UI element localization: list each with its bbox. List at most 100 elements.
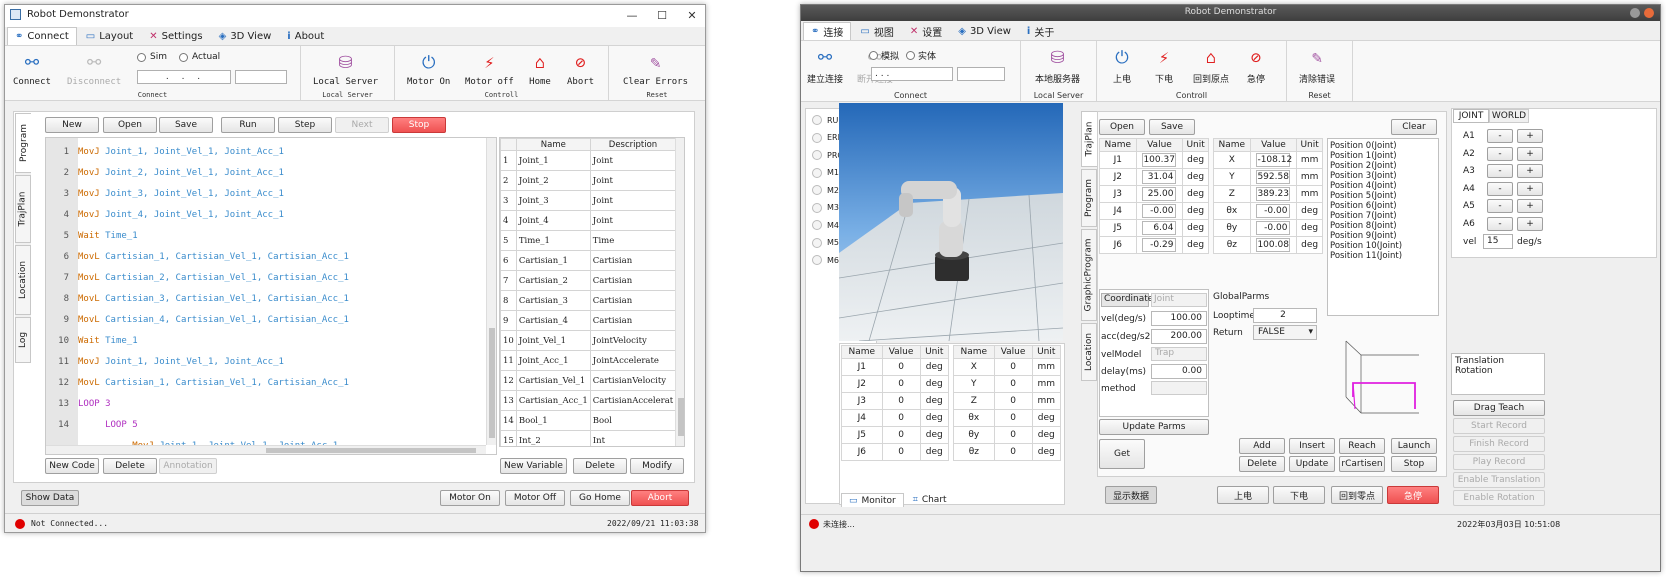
finish-record-button[interactable]: Finish Record bbox=[1453, 436, 1545, 452]
stop-button[interactable]: Stop bbox=[392, 117, 446, 133]
code-line[interactable]: 14 LOOP 5 bbox=[46, 415, 484, 436]
port-input[interactable] bbox=[235, 70, 287, 84]
value-input[interactable]: 100.37 bbox=[1142, 153, 1177, 167]
jog-vel-input[interactable]: 15 bbox=[1483, 234, 1513, 249]
step-button[interactable]: Step bbox=[278, 117, 332, 133]
home-button[interactable]: ⌂ Home bbox=[529, 52, 551, 87]
abort-button[interactable]: ⊘ Abort bbox=[567, 52, 594, 87]
table-row[interactable]: 7 Cartisian_2 Cartisian bbox=[500, 270, 677, 291]
side-tab-graphic-program[interactable]: GraphicProgram bbox=[1081, 229, 1097, 321]
side-tab-log[interactable]: Log bbox=[15, 317, 31, 363]
table-row[interactable]: 13 Cartisian_Acc_1 CartisianAccelerat bbox=[500, 390, 677, 411]
scroll-thumb[interactable] bbox=[489, 328, 495, 438]
traj-clear-button[interactable]: Clear bbox=[1391, 119, 1437, 135]
side-tab-location[interactable]: Location bbox=[15, 245, 31, 315]
tab-about[interactable]: i About bbox=[280, 27, 331, 45]
launch-button[interactable]: Launch bbox=[1391, 438, 1437, 454]
table-row[interactable]: 8 Cartisian_3 Cartisian bbox=[500, 290, 677, 311]
code-line[interactable]: 8 MovL Cartisian_3, Cartisian_Vel_1, Cart… bbox=[46, 289, 484, 310]
new-code-button[interactable]: New Code bbox=[45, 458, 99, 474]
power-on-bottom-button[interactable]: 上电 bbox=[1217, 486, 1269, 504]
code-line[interactable]: 5 Wait Time_1 bbox=[46, 226, 484, 247]
open-button[interactable]: Open bbox=[103, 117, 157, 133]
table-row[interactable]: 4 Joint_4 Joint bbox=[500, 210, 677, 231]
play-record-button[interactable]: Play Record bbox=[1453, 454, 1545, 470]
run-button[interactable]: Run bbox=[221, 117, 275, 133]
actual-radio[interactable] bbox=[178, 52, 188, 62]
ip-input[interactable]: . . . bbox=[137, 70, 231, 84]
tab-connect[interactable]: ⚭ Connect bbox=[7, 27, 77, 45]
delete-position-button[interactable]: Delete bbox=[1239, 456, 1285, 472]
value-input[interactable]: 100.08 bbox=[1256, 238, 1291, 252]
side-tab-location[interactable]: Location bbox=[1081, 323, 1097, 381]
power-on-button[interactable]: ⏻ 上电 bbox=[1111, 47, 1133, 85]
method-select[interactable] bbox=[1151, 381, 1207, 395]
list-item[interactable]: Position 7(Joint) bbox=[1330, 211, 1436, 221]
jog-plus-button[interactable]: + bbox=[1517, 199, 1543, 213]
code-line[interactable]: 12 MovL Cartisian_1, Cartisian_Vel_1, Car… bbox=[46, 373, 484, 394]
get-button[interactable]: Get bbox=[1099, 439, 1145, 469]
local-server-button[interactable]: ⛁ Local Server bbox=[313, 52, 378, 87]
tab-3d-view[interactable]: ◈ 3D View bbox=[212, 27, 279, 45]
jog-minus-button[interactable]: - bbox=[1487, 146, 1513, 161]
tab-monitor[interactable]: ▭ Monitor bbox=[841, 493, 904, 507]
enable-rotation-button[interactable]: Enable Rotation bbox=[1453, 490, 1545, 506]
jog-plus-button[interactable]: + bbox=[1517, 129, 1543, 143]
scroll-thumb[interactable] bbox=[266, 448, 476, 453]
tab-about[interactable]: i 关于 bbox=[1020, 22, 1061, 40]
tab-connect[interactable]: ⚭ 连接 bbox=[803, 22, 852, 40]
code-line[interactable]: 6 MovL Cartisian_1, Cartisian_Vel_1, Cart… bbox=[46, 247, 484, 268]
power-off-button[interactable]: ⚡ 下电 bbox=[1153, 47, 1175, 85]
table-row[interactable]: 12 Cartisian_Vel_1 CartisianVelocity bbox=[500, 370, 677, 391]
list-item[interactable]: Position 9(Joint) bbox=[1330, 231, 1436, 241]
vel-input[interactable]: 100.00 bbox=[1151, 311, 1207, 326]
jog-plus-button[interactable]: + bbox=[1517, 216, 1543, 231]
list-item[interactable]: Position 6(Joint) bbox=[1330, 201, 1436, 211]
insert-button[interactable]: Insert bbox=[1289, 438, 1335, 454]
value-input[interactable]: -0.00 bbox=[1142, 204, 1177, 218]
jog-minus-button[interactable]: - bbox=[1487, 129, 1513, 143]
enable-translation-button[interactable]: Enable Translation bbox=[1453, 472, 1545, 488]
list-item[interactable]: Position 11(Joint) bbox=[1330, 251, 1436, 261]
tab-layout[interactable]: ▭ Layout bbox=[79, 27, 140, 45]
rcartisen-button[interactable]: rCartisen bbox=[1339, 456, 1385, 472]
value-input[interactable]: -108.12 bbox=[1256, 153, 1292, 167]
table-row[interactable]: 10 Joint_Vel_1 JointVelocity bbox=[500, 330, 677, 351]
reach-button[interactable]: Reach bbox=[1339, 438, 1385, 454]
sim-radio[interactable] bbox=[137, 52, 146, 62]
estop-bottom-button[interactable]: 急停 bbox=[1387, 486, 1439, 504]
3d-view[interactable] bbox=[839, 103, 1063, 341]
next-button[interactable]: Next bbox=[335, 117, 389, 133]
list-item[interactable]: Position 1(Joint) bbox=[1330, 151, 1436, 161]
list-item[interactable]: Position 4(Joint) bbox=[1330, 181, 1436, 191]
annotation-button[interactable]: Annotation bbox=[159, 458, 217, 474]
tab-settings[interactable]: ✕ 设置 bbox=[903, 22, 949, 40]
delete-code-button[interactable]: Delete bbox=[103, 458, 157, 474]
maximize-icon[interactable]: ☐ bbox=[647, 7, 677, 25]
close-icon[interactable] bbox=[1644, 8, 1654, 18]
minimize-icon[interactable]: — bbox=[617, 7, 647, 25]
motor-off-bottom-button[interactable]: Motor Off bbox=[505, 490, 565, 506]
list-item[interactable]: Position 5(Joint) bbox=[1330, 191, 1436, 201]
estop-button[interactable]: ⊘ 急停 bbox=[1245, 47, 1267, 85]
traj-save-button[interactable]: Save bbox=[1149, 119, 1195, 135]
list-item[interactable]: Position 10(Joint) bbox=[1330, 241, 1436, 251]
sim-radio[interactable] bbox=[869, 51, 878, 60]
coordinate-select[interactable]: Joint bbox=[1151, 293, 1207, 307]
drag-teach-button[interactable]: Drag Teach bbox=[1453, 400, 1545, 416]
list-item[interactable]: Position 8(Joint) bbox=[1330, 221, 1436, 231]
code-line[interactable]: 11 MovJ Joint_1, Joint_Vel_1, Joint_Acc_1 bbox=[46, 352, 484, 373]
value-input[interactable]: -0.00 bbox=[1256, 204, 1291, 218]
return-select[interactable]: FALSE ▾ bbox=[1253, 325, 1317, 340]
minimize-icon[interactable] bbox=[1630, 8, 1640, 18]
show-data-button[interactable]: 显示数据 bbox=[1105, 486, 1157, 504]
modify-variable-button[interactable]: Modify bbox=[630, 458, 684, 474]
tab-world[interactable]: WORLD bbox=[1489, 109, 1529, 123]
looptime-input[interactable]: 2 bbox=[1253, 308, 1317, 323]
stop-traj-button[interactable]: Stop bbox=[1391, 456, 1437, 472]
delay-input[interactable]: 0.00 bbox=[1151, 364, 1207, 379]
value-input[interactable]: 592.58 bbox=[1256, 170, 1291, 184]
name-header[interactable]: Name bbox=[515, 138, 591, 151]
show-data-button[interactable]: Show Data bbox=[21, 490, 79, 506]
table-row[interactable]: 2 Joint_2 Joint bbox=[500, 170, 677, 191]
